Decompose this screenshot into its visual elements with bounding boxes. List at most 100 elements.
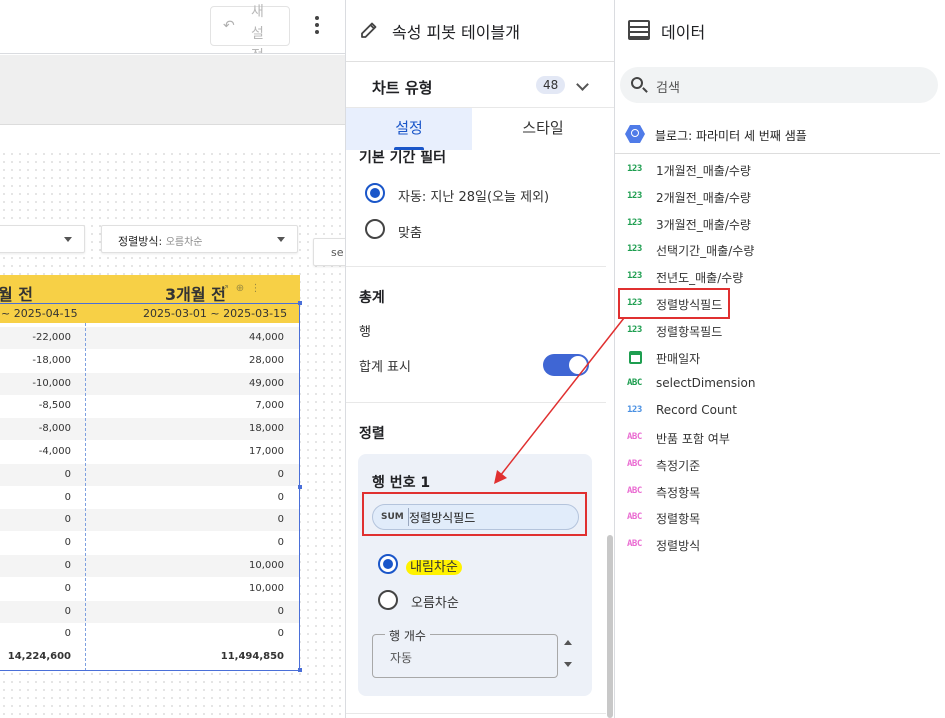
table-cell: 17,000 [249,446,284,457]
table-cell: 0 [64,605,71,617]
field-type-icon: ABC [627,378,642,389]
table-cell: 0 [277,514,284,526]
chart-type-selector[interactable]: 차트 유형 48 [346,62,614,108]
sort-filter-control[interactable]: 정렬방식: 오름차순 [101,225,298,253]
annotation-box [618,288,730,319]
field-item[interactable]: 123 Record Count [615,398,940,425]
canvas-header-band [0,55,345,125]
column-header: 월 전 [0,285,34,304]
table-cell: 28,000 [249,354,284,366]
chart-header-icons[interactable]: ↗ ⊕ ⋮ [221,283,260,294]
table-cell: 0 [64,582,71,594]
chevron-down-icon[interactable] [576,78,589,91]
table-row: 00 [0,509,300,532]
table-cell: 0 [64,560,71,571]
radio-descending[interactable] [378,554,398,574]
resize-handle[interactable] [298,485,302,489]
field-item[interactable]: ABC 측정기준 [615,452,940,479]
table-row: -10,000 49,000 [0,372,300,395]
sort-field-name: 정렬방식필드 [409,511,476,525]
table-cell: 0 [277,537,284,549]
tab-setup[interactable]: 설정 [346,108,472,150]
field-type-icon: 123 [627,405,642,416]
field-search[interactable]: 검색 [620,67,938,103]
field-label: 선택기간_매출/수량 [656,244,755,259]
table-row: 00 [0,532,300,554]
partial-control[interactable]: se [313,238,345,266]
table-row: 0 10,000 [0,578,300,600]
field-item[interactable]: ABC 정렬방식 [615,532,940,559]
table-row: -8,500 7,000 [0,395,300,417]
reset-button[interactable]: ↶ 새 설 정 [210,4,290,53]
radio-auto-date[interactable] [365,183,385,203]
field-label: 측정기준 [656,458,701,473]
radio-descending-label: 내림차순 [406,560,462,575]
table-row: 00 [0,600,300,623]
table-cell: 0 [277,628,284,640]
field-label: 반품 포함 여부 [656,432,730,446]
report-canvas: ↶ 새 설 정 정렬방식: 오름차순 se 월 전 3개월 전 ↗ ⊕ ⋮ ~ … [0,0,345,718]
table-cell: 49,000 [249,377,284,389]
field-label: 정렬항목 [656,512,701,527]
field-item[interactable]: 123 3개월전_매출/수량 [615,211,940,238]
table-cell: -18,000 [32,354,71,366]
field-item[interactable]: ABC 측정항목 [615,479,940,506]
field-type-icon: ABC [627,485,642,496]
dropdown-caret-icon [64,237,72,242]
sort-control-label: 정렬방식 [118,235,159,248]
resize-handle[interactable] [298,301,302,305]
table-cell: -22,000 [32,332,71,343]
radio-custom-date[interactable] [365,219,385,239]
properties-scrollbar[interactable] [607,535,613,718]
field-item[interactable]: 판매일자 [615,345,940,372]
field-label: 정렬방식 [656,539,701,554]
radio-ascending-label: 오름차순 [411,596,459,611]
field-type-icon: ABC [627,512,642,523]
sort-control-value: 오름차순 [165,237,203,248]
aggregation-badge[interactable]: SUM [377,508,409,526]
row-count-field[interactable]: 행 개수 자동 [372,627,558,678]
table-cell: -8,000 [38,423,71,435]
properties-scroll: 기본 기간 필터 자동: 지난 28일(오늘 제외) 맞춤 총계 행 합계 표시… [346,150,606,718]
radio-descending-wrap: 내림차순 [406,556,462,575]
stepper-up-icon[interactable] [564,640,572,645]
partial-control-label: se [331,246,344,259]
data-source-item[interactable]: 블로그: 파라미터 세 번째 샘플 [615,120,940,154]
table-cell: 0 [64,628,71,640]
totals-section-title: 총계 [359,290,385,306]
field-item[interactable]: ABC 정렬항목 [615,505,940,532]
table-cell: 44,000 [249,332,284,343]
date-range-section-title: 기본 기간 필터 [359,150,447,166]
table-row: 00 [0,463,300,486]
pivot-table[interactable]: 월 전 3개월 전 ↗ ⊕ ⋮ ~ 2025-04-15 2025-03-01 … [0,275,302,672]
divider [346,402,606,403]
sort-field-chip[interactable]: SUM 정렬방식필드 [372,504,579,530]
stepper-down-icon[interactable] [564,662,572,667]
column-divider [85,323,86,671]
chart-type-count-badge: 48 [536,76,566,94]
filter-control-1[interactable] [0,225,85,253]
field-label: Record Count [656,403,737,418]
field-item[interactable]: 123 1개월전_매출/수량 [615,157,940,184]
show-totals-toggle[interactable] [543,354,589,376]
row-count-label: 행 개수 [385,627,430,644]
field-item[interactable]: ABC 반품 포함 여부 [615,425,940,452]
field-item[interactable]: ABC selectDimension [615,371,940,398]
field-item[interactable]: 123 선택기간_매출/수량 [615,237,940,264]
radio-auto-date-label: 자동: 지난 28일(오늘 제외) [398,190,550,205]
divider [346,266,606,267]
radio-ascending[interactable] [378,590,398,610]
tab-style[interactable]: 스타일 [480,108,606,150]
date-range: ~ 2025-04-15 [1,307,78,320]
field-type-icon: ABC [627,539,642,550]
field-type-icon: 123 [627,271,642,282]
properties-panel: 속성 피봇 테이블개 차트 유형 48 설정 스타일 기본 기간 필터 자동: … [345,0,615,718]
sort-card-title: 행 번호 1 [372,475,431,491]
field-label: 전년도_매출/수량 [656,271,744,286]
field-label: 1개월전_매출/수량 [656,164,751,178]
data-panel: 데이터 검색 블로그: 파라미터 세 번째 샘플 123 1개월전_매출/수량 12… [615,0,945,718]
more-options-icon[interactable] [310,14,324,38]
resize-handle[interactable] [298,668,302,672]
field-item[interactable]: 123 정렬항목필드 [615,318,940,345]
field-item[interactable]: 123 2개월전_매출/수량 [615,184,940,211]
